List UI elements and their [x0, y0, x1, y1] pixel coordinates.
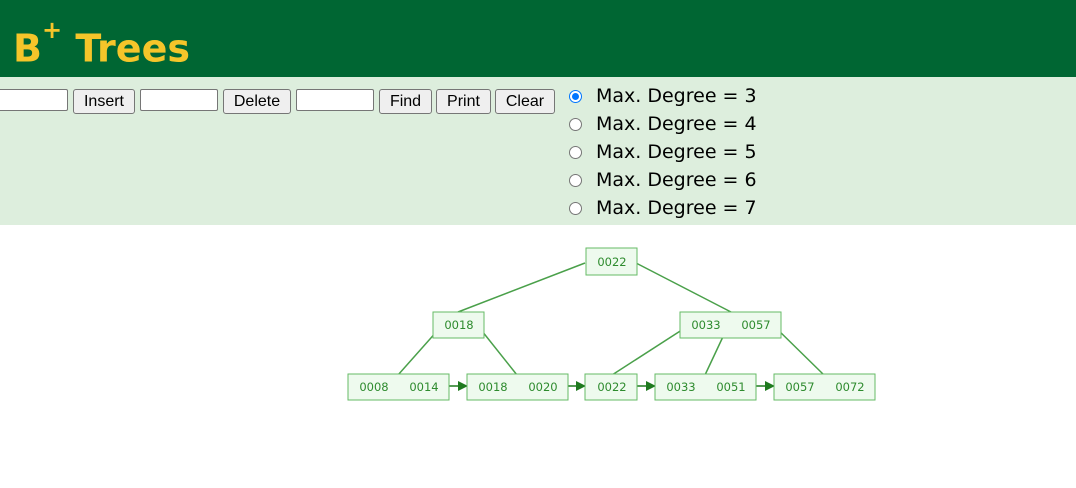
- node-key: 0072: [835, 380, 864, 394]
- find-input[interactable]: [296, 89, 374, 111]
- tree-node-root: 0022: [585, 247, 638, 276]
- edge-internal-leaf: [611, 325, 689, 376]
- node-key: 0033: [691, 318, 720, 332]
- clear-button[interactable]: Clear: [495, 89, 555, 114]
- print-button[interactable]: Print: [436, 89, 491, 114]
- node-key: 0051: [716, 380, 745, 394]
- bplus-tree-canvas: 0022 0018 0033 0057 0008 0014 0018 0020 …: [347, 247, 876, 401]
- node-key: 0020: [528, 380, 557, 394]
- node-key: 0018: [444, 318, 473, 332]
- node-key: 0014: [409, 380, 438, 394]
- tree-node-internal: 0018: [432, 311, 485, 339]
- tree-node-leaf: 0022: [584, 373, 638, 401]
- node-key: 0018: [478, 380, 507, 394]
- radio-button[interactable]: [569, 201, 582, 215]
- find-button[interactable]: Find: [379, 89, 432, 114]
- radio-button[interactable]: [569, 117, 582, 131]
- edge-root-right: [635, 262, 732, 313]
- title-rest: Trees: [75, 26, 190, 71]
- tree-node-leaf: 0018 0020: [466, 373, 569, 401]
- node-key: 0008: [359, 380, 388, 394]
- degree-label: Max. Degree = 6: [596, 169, 757, 191]
- tree-node-leaf: 0033 0051: [654, 373, 757, 401]
- node-key: 0033: [666, 380, 695, 394]
- title-b: B: [13, 26, 42, 71]
- degree-option-6[interactable]: Max. Degree = 6: [569, 166, 757, 194]
- insert-button[interactable]: Insert: [73, 89, 135, 114]
- degree-label: Max. Degree = 4: [596, 113, 757, 135]
- node-key: 0057: [785, 380, 814, 394]
- controls-panel: Insert Delete Find Print Clear Max. Degr…: [0, 77, 1076, 225]
- tree-node-leaf: 0057 0072: [773, 373, 876, 401]
- degree-label: Max. Degree = 7: [596, 197, 757, 219]
- insert-input[interactable]: [0, 89, 68, 111]
- degree-option-7[interactable]: Max. Degree = 7: [569, 194, 757, 222]
- edge-internal-leaf: [397, 329, 439, 376]
- title-superscript: +: [41, 16, 63, 44]
- node-key: 0022: [597, 380, 626, 394]
- degree-option-5[interactable]: Max. Degree = 5: [569, 138, 757, 166]
- degree-option-4[interactable]: Max. Degree = 4: [569, 110, 757, 138]
- tree-node-internal: 0033 0057: [679, 311, 782, 339]
- tree-node-leaf: 0008 0014: [347, 373, 450, 401]
- node-key: 0057: [741, 318, 770, 332]
- delete-button[interactable]: Delete: [223, 89, 291, 114]
- page-header: B+ Trees: [0, 0, 1076, 77]
- delete-input[interactable]: [140, 89, 218, 111]
- degree-option-3[interactable]: Max. Degree = 3: [569, 82, 757, 110]
- radio-button[interactable]: [569, 89, 582, 103]
- page-title: B+ Trees: [13, 14, 190, 75]
- radio-button[interactable]: [569, 173, 582, 187]
- radio-button[interactable]: [569, 145, 582, 159]
- node-key: 0022: [597, 255, 626, 269]
- degree-label: Max. Degree = 5: [596, 141, 757, 163]
- edge-root-left: [457, 262, 586, 313]
- degree-label: Max. Degree = 3: [596, 85, 757, 107]
